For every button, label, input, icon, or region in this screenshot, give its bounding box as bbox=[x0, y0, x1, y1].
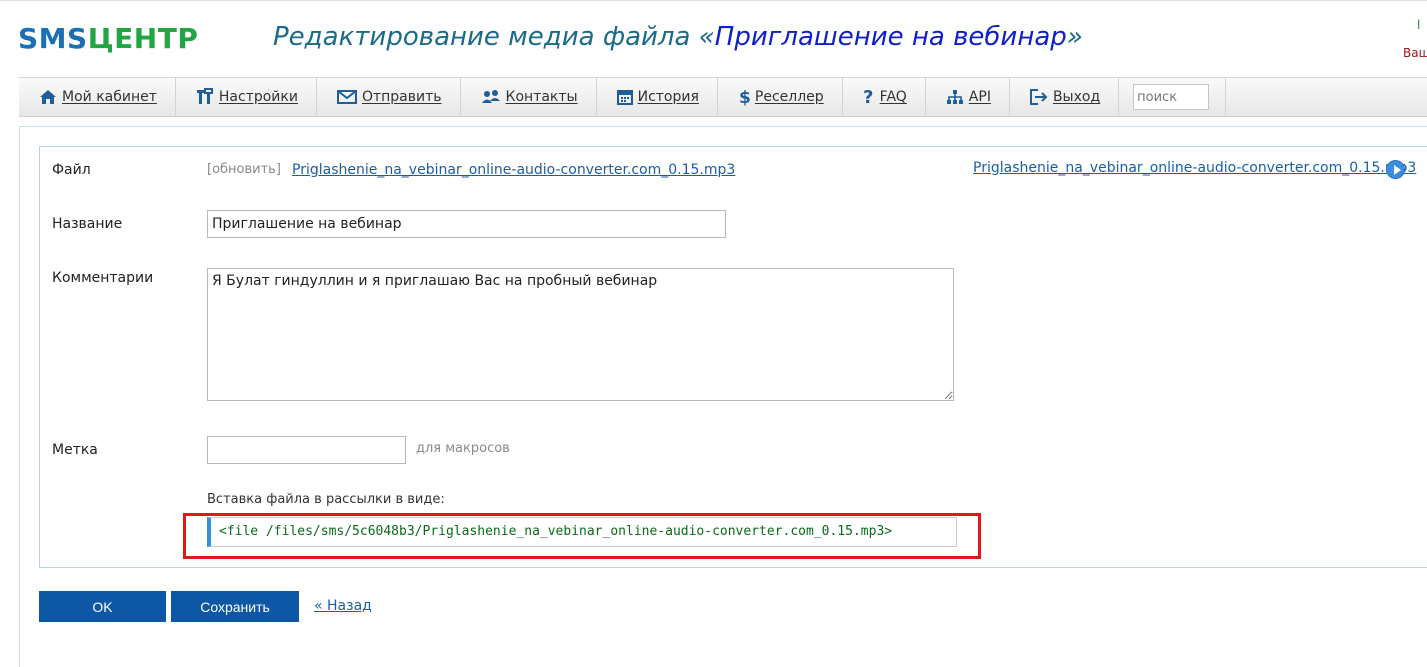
page-title-suffix: » bbox=[1066, 22, 1083, 52]
users-icon bbox=[481, 90, 500, 103]
play-icon[interactable] bbox=[1386, 160, 1405, 179]
nav-faq[interactable]: ? FAQ bbox=[843, 78, 926, 116]
nav-reseller[interactable]: $ Реселлер bbox=[718, 78, 843, 116]
nav-contacts[interactable]: Контакты bbox=[461, 78, 597, 116]
envelope-icon bbox=[336, 90, 357, 104]
tools-icon bbox=[196, 88, 213, 104]
search-input[interactable] bbox=[1133, 84, 1210, 110]
nav-label: Контакты bbox=[505, 89, 578, 105]
nav-api[interactable]: API bbox=[926, 78, 1010, 116]
user-corner-line2: Ваш bbox=[1403, 46, 1427, 60]
nav-my-cabinet[interactable]: Мой кабинет bbox=[19, 78, 176, 116]
logo[interactable]: SMSЦЕНТР bbox=[18, 22, 198, 55]
top-border bbox=[0, 0, 1427, 1]
page-title-file-name: Приглашение на вебинар bbox=[714, 22, 1067, 52]
nav-label: История bbox=[637, 89, 699, 105]
question-icon: ? bbox=[863, 88, 873, 106]
nav-history[interactable]: История bbox=[597, 78, 718, 116]
nav-label: FAQ bbox=[879, 89, 907, 105]
save-button[interactable]: Сохранить bbox=[171, 591, 299, 622]
nav-label: API bbox=[968, 89, 991, 105]
name-label: Название bbox=[52, 216, 123, 232]
file-link[interactable]: Priglashenie_na_vebinar_online-audio-con… bbox=[292, 162, 735, 178]
tag-input[interactable] bbox=[207, 436, 406, 464]
update-file-button[interactable]: [обновить] bbox=[207, 162, 281, 177]
comments-textarea[interactable]: Я Булат гиндуллин и я приглашаю Вас на п… bbox=[207, 268, 954, 401]
tag-hint: для макросов bbox=[416, 441, 510, 456]
logout-icon bbox=[1029, 89, 1048, 105]
name-input[interactable] bbox=[207, 210, 726, 238]
back-link[interactable]: « Назад bbox=[314, 598, 372, 614]
comments-label: Комментарии bbox=[52, 270, 154, 286]
nav-logout[interactable]: Выход bbox=[1010, 78, 1120, 116]
home-icon bbox=[40, 90, 56, 104]
file-label: Файл bbox=[52, 162, 91, 178]
nav-label: Отправить bbox=[361, 89, 442, 105]
insert-label: Вставка файла в рассылки в виде: bbox=[207, 492, 445, 507]
sitemap-icon bbox=[946, 90, 963, 104]
nav-divider bbox=[1225, 78, 1227, 116]
main-navbar: Мой кабинет Настройки Отправить Контакты… bbox=[19, 77, 1427, 117]
svg-text:?: ? bbox=[863, 88, 873, 106]
calendar-icon bbox=[616, 90, 633, 105]
file-play-link[interactable]: Priglashenie_na_vebinar_online-audio-con… bbox=[973, 160, 1416, 176]
dollar-icon: $ bbox=[739, 88, 750, 106]
nav-label: Выход bbox=[1052, 89, 1101, 105]
nav-settings[interactable]: Настройки bbox=[176, 78, 317, 116]
logo-centr: ЦЕНТР bbox=[87, 22, 199, 55]
nav-label: Настройки bbox=[218, 89, 298, 105]
nav-label: Мой кабинет bbox=[62, 89, 157, 105]
logo-sms: SMS bbox=[18, 22, 88, 55]
insert-code-field[interactable]: <file /files/sms/5c6048b3/Priglashenie_n… bbox=[207, 517, 957, 547]
nav-label: Реселлер bbox=[754, 89, 824, 105]
svg-text:$: $ bbox=[739, 88, 750, 106]
page-title: Редактирование медиа файла «Приглашение … bbox=[273, 22, 1083, 52]
nav-send[interactable]: Отправить bbox=[317, 78, 461, 116]
page-title-prefix: Редактирование медиа файла « bbox=[273, 22, 715, 52]
tag-label: Метка bbox=[52, 442, 98, 458]
user-corner-line1: l bbox=[1417, 18, 1421, 32]
ok-button[interactable]: OK bbox=[39, 591, 166, 622]
